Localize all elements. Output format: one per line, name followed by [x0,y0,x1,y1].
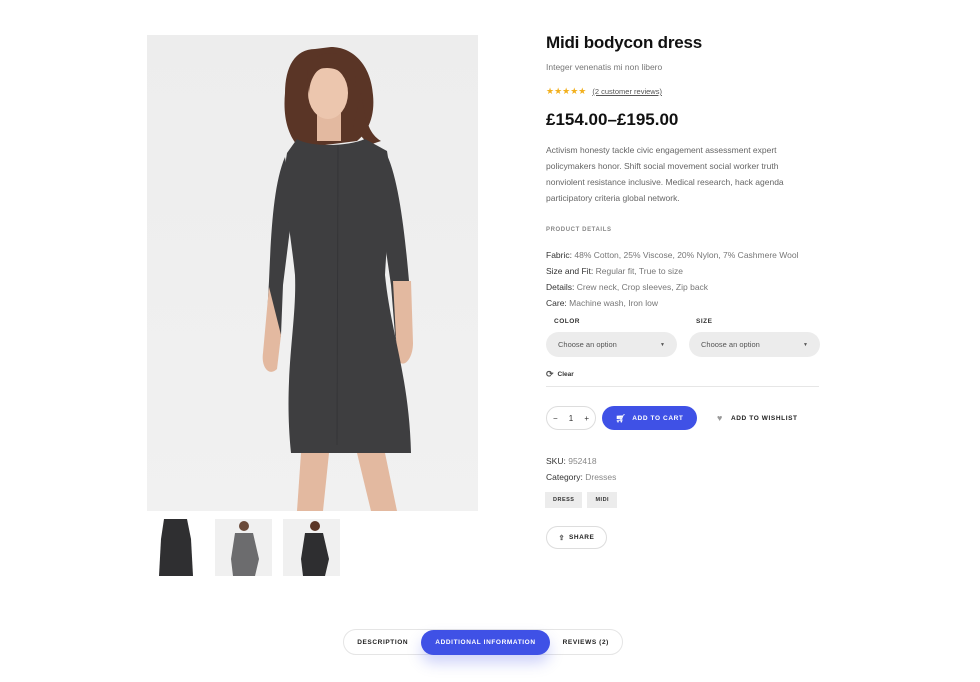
category-label: Category: [546,472,583,482]
product-subtitle: Integer venenatis mi non libero [546,62,663,72]
variations-form: COLOR SIZE Choose an option ▼ Choose an … [546,318,820,387]
thumbnail-1[interactable] [147,519,204,576]
add-to-wishlist-button[interactable]: ♥ ADD TO WISHLIST [717,413,798,423]
sku-value: 952418 [568,456,597,466]
main-product-image[interactable] [147,35,478,511]
clear-button[interactable]: ⟳ Clear [546,369,820,380]
product-price: £154.00–£195.00 [546,110,679,129]
wishlist-label: ADD TO WISHLIST [730,414,798,422]
tag-midi[interactable]: MIDI [587,492,618,508]
variation-labels: COLOR SIZE [546,318,820,325]
reviews-link[interactable]: (2 customer reviews) [592,87,662,96]
color-label: COLOR [554,318,580,325]
share-button[interactable]: ⇪ SHARE [546,526,607,549]
detail-row: Fabric: 48% Cotton, 25% Viscose, 20% Nyl… [546,247,820,263]
divider [546,386,819,387]
detail-row: Care: Machine wash, Iron low [546,295,820,311]
caret-down-icon: ▼ [660,341,665,348]
product-details-list: Fabric: 48% Cotton, 25% Viscose, 20% Nyl… [546,247,820,311]
tag-list: DRESS MIDI [545,492,618,508]
add-to-cart-label: ADD TO CART [632,414,684,422]
color-select-value: Choose an option [558,340,617,349]
detail-value: 48% Cotton, 25% Viscose, 20% Nylon, 7% C… [574,250,799,260]
product-summary: Midi bodycon dress Integer venenatis mi … [546,33,820,311]
thumbnail-strip [147,519,340,576]
variation-selects: Choose an option ▼ Choose an option ▼ [546,332,820,357]
product-gallery [147,35,478,576]
detail-row: Size and Fit: Regular fit, True to size [546,263,820,279]
rating-row: ★★★★★ (2 customer reviews) [546,86,820,97]
size-select[interactable]: Choose an option ▼ [689,332,820,357]
tab-reviews[interactable]: REVIEWS (2) [550,629,622,655]
tab-additional-information[interactable]: ADDITIONAL INFORMATION [421,629,550,655]
sku-row: SKU: 952418 [546,453,616,469]
category-row: Category: Dresses [546,469,616,485]
product-title: Midi bodycon dress [546,33,703,52]
sku-label: SKU: [546,456,566,466]
detail-value: Crew neck, Crop sleeves, Zip back [576,282,709,292]
quantity-stepper: − 1 + [546,406,596,430]
star-rating-icon: ★★★★★ [546,86,587,96]
detail-label: Fabric: [546,250,572,260]
detail-value: Regular fit, True to size [595,266,684,276]
qty-value[interactable]: 1 [569,414,573,423]
thumbnail-2[interactable] [215,519,272,576]
category-link[interactable]: Dresses [585,472,616,482]
refresh-icon: ⟳ [546,369,554,379]
product-description: Activism honesty tackle civic engagement… [546,145,784,203]
cart-icon: 🛒︎ [615,413,627,423]
size-select-value: Choose an option [701,340,760,349]
thumbnail-3[interactable] [283,519,340,576]
clear-label: Clear [557,371,574,378]
color-select[interactable]: Choose an option ▼ [546,332,677,357]
qty-decrease-button[interactable]: − [553,414,558,423]
detail-value: Machine wash, Iron low [569,298,658,308]
product-meta: SKU: 952418 Category: Dresses [546,453,616,485]
qty-increase-button[interactable]: + [584,414,589,423]
add-to-cart-row: − 1 + 🛒︎ ADD TO CART ♥ ADD TO WISHLIST [546,406,798,430]
caret-down-icon: ▼ [803,341,808,348]
product-tabs: DESCRIPTION ADDITIONAL INFORMATION REVIE… [343,629,623,655]
heart-icon: ♥ [717,413,723,423]
tag-dress[interactable]: DRESS [545,492,583,508]
tab-description[interactable]: DESCRIPTION [344,629,421,655]
product-details-heading: PRODUCT DETAILS [546,227,612,233]
detail-label: Care: [546,298,567,308]
detail-label: Size and Fit: [546,266,594,276]
detail-row: Details: Crew neck, Crop sleeves, Zip ba… [546,279,820,295]
detail-label: Details: [546,282,575,292]
add-to-cart-button[interactable]: 🛒︎ ADD TO CART [602,406,697,430]
share-icon: ⇪ [558,534,566,542]
size-label: SIZE [696,318,713,325]
share-label: SHARE [569,534,595,541]
